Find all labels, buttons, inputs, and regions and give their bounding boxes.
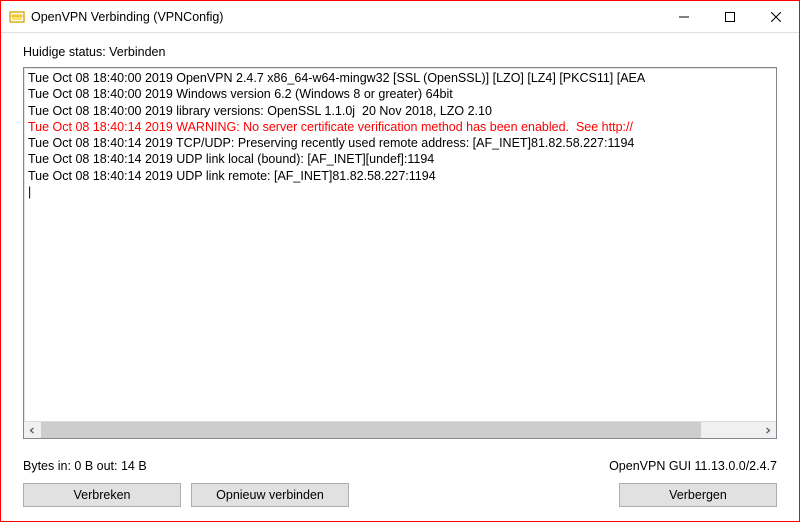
hide-button[interactable]: Verbergen [619,483,777,507]
disconnect-button[interactable]: Verbreken [23,483,181,507]
scroll-track[interactable] [41,422,759,438]
window-frame: OpenVPN Verbinding (VPNConfig) Huidige s… [0,0,800,522]
app-icon [9,9,25,25]
log-line: Tue Oct 08 18:40:14 2019 TCP/UDP: Preser… [28,135,772,151]
log-line: Tue Oct 08 18:40:00 2019 library version… [28,103,772,119]
scroll-right-arrow[interactable] [759,422,776,439]
window-controls [661,1,799,32]
log-cursor: | [28,184,772,200]
version-label: OpenVPN GUI 11.13.0.0/2.4.7 [609,459,777,473]
log-line: Tue Oct 08 18:40:14 2019 UDP link remote… [28,168,772,184]
maximize-button[interactable] [707,1,753,32]
scroll-left-arrow[interactable] [24,422,41,439]
horizontal-scrollbar[interactable] [24,421,776,438]
title-bar[interactable]: OpenVPN Verbinding (VPNConfig) [1,1,799,33]
log-line-warning: Tue Oct 08 18:40:14 2019 WARNING: No ser… [28,119,772,135]
footer-row: Bytes in: 0 B out: 14 B OpenVPN GUI 11.1… [23,459,777,473]
reconnect-button[interactable]: Opnieuw verbinden [191,483,349,507]
minimize-button[interactable] [661,1,707,32]
log-line: Tue Oct 08 18:40:00 2019 OpenVPN 2.4.7 x… [28,70,772,86]
button-row: Verbreken Opnieuw verbinden Verbergen [23,483,777,507]
scroll-thumb[interactable] [41,422,701,438]
content-area: Huidige status: Verbinden Tue Oct 08 18:… [1,33,799,521]
window-title: OpenVPN Verbinding (VPNConfig) [31,10,661,24]
log-line: Tue Oct 08 18:40:00 2019 Windows version… [28,86,772,102]
log-line: Tue Oct 08 18:40:14 2019 UDP link local … [28,151,772,167]
log-textarea[interactable]: Tue Oct 08 18:40:00 2019 OpenVPN 2.4.7 x… [24,68,776,421]
bytes-label: Bytes in: 0 B out: 14 B [23,459,147,473]
status-label: Huidige status: Verbinden [23,45,777,59]
log-container: Tue Oct 08 18:40:00 2019 OpenVPN 2.4.7 x… [23,67,777,439]
close-button[interactable] [753,1,799,32]
